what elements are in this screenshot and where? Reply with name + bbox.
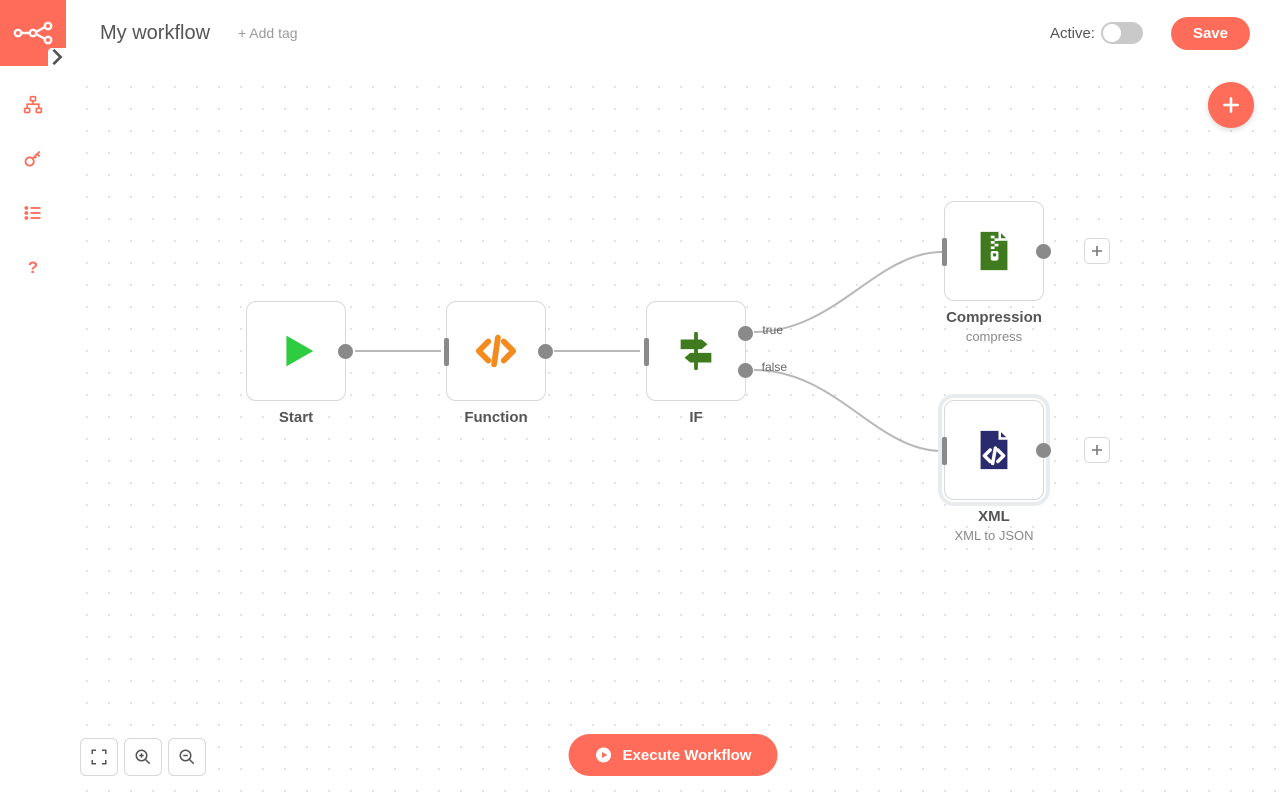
port-in[interactable] xyxy=(942,437,947,465)
workflow-canvas[interactable]: Start Function true xyxy=(66,66,1280,800)
node-subtitle: XML to JSON xyxy=(955,528,1034,543)
nav-credentials[interactable] xyxy=(0,132,66,186)
node-subtitle: compress xyxy=(966,329,1022,344)
connections-layer xyxy=(66,66,1280,800)
port-in[interactable] xyxy=(942,238,947,266)
add-after-compression[interactable] xyxy=(1084,238,1110,264)
port-out-false[interactable] xyxy=(738,363,753,378)
branch-label-false: false xyxy=(762,360,787,374)
branch-label-true: true xyxy=(762,323,783,337)
port-out[interactable] xyxy=(338,344,353,359)
node-xml[interactable]: XML XML to JSON xyxy=(944,400,1044,500)
save-button[interactable]: Save xyxy=(1171,17,1250,50)
zoom-out-icon xyxy=(178,748,196,766)
zip-file-icon xyxy=(971,228,1017,274)
svg-text:?: ? xyxy=(28,258,38,277)
code-brackets-icon xyxy=(473,328,519,374)
workflows-icon xyxy=(23,95,43,115)
port-out-true[interactable] xyxy=(738,326,753,341)
port-out[interactable] xyxy=(1036,244,1051,259)
zoom-out-button[interactable] xyxy=(168,738,206,776)
code-file-icon xyxy=(971,427,1017,473)
signpost-icon xyxy=(673,328,719,374)
plus-icon xyxy=(1091,444,1103,456)
add-node-button[interactable] xyxy=(1208,82,1254,128)
nav-workflows[interactable] xyxy=(0,78,66,132)
play-icon xyxy=(273,328,319,374)
port-out[interactable] xyxy=(1036,443,1051,458)
nav-executions[interactable] xyxy=(0,186,66,240)
expand-icon xyxy=(90,748,108,766)
node-function[interactable]: Function xyxy=(446,301,546,401)
key-icon xyxy=(23,149,43,169)
node-title: IF xyxy=(689,409,702,426)
node-title: Start xyxy=(279,409,313,426)
plus-icon xyxy=(1091,245,1103,257)
help-icon: ? xyxy=(23,257,43,277)
play-circle-icon xyxy=(595,746,613,764)
port-in[interactable] xyxy=(644,338,649,366)
port-out[interactable] xyxy=(538,344,553,359)
active-toggle[interactable] xyxy=(1101,22,1143,44)
port-in[interactable] xyxy=(444,338,449,366)
sidebar: ? xyxy=(0,0,66,800)
sidebar-expand-button[interactable] xyxy=(48,48,66,66)
logo-icon xyxy=(13,21,53,45)
zoom-in-button[interactable] xyxy=(124,738,162,776)
header: My workflow + Add tag Active: Save xyxy=(66,0,1280,66)
node-start[interactable]: Start xyxy=(246,301,346,401)
node-title: Compression xyxy=(946,309,1042,326)
plus-icon xyxy=(1221,95,1241,115)
active-label: Active: xyxy=(1050,25,1095,42)
add-tag-button[interactable]: + Add tag xyxy=(238,25,298,41)
add-after-xml[interactable] xyxy=(1084,437,1110,463)
node-if[interactable]: true false IF xyxy=(646,301,746,401)
nav-help[interactable]: ? xyxy=(0,240,66,294)
zoom-in-icon xyxy=(134,748,152,766)
node-compression[interactable]: Compression compress xyxy=(944,201,1044,301)
node-title: Function xyxy=(464,409,527,426)
fit-view-button[interactable] xyxy=(80,738,118,776)
execute-label: Execute Workflow xyxy=(623,747,752,764)
node-title: XML xyxy=(978,508,1010,525)
app-logo[interactable] xyxy=(0,0,66,66)
execute-workflow-button[interactable]: Execute Workflow xyxy=(569,734,778,776)
chevron-right-icon xyxy=(48,45,66,69)
list-icon xyxy=(23,203,43,223)
view-controls xyxy=(80,738,206,776)
workflow-name[interactable]: My workflow xyxy=(100,22,210,45)
